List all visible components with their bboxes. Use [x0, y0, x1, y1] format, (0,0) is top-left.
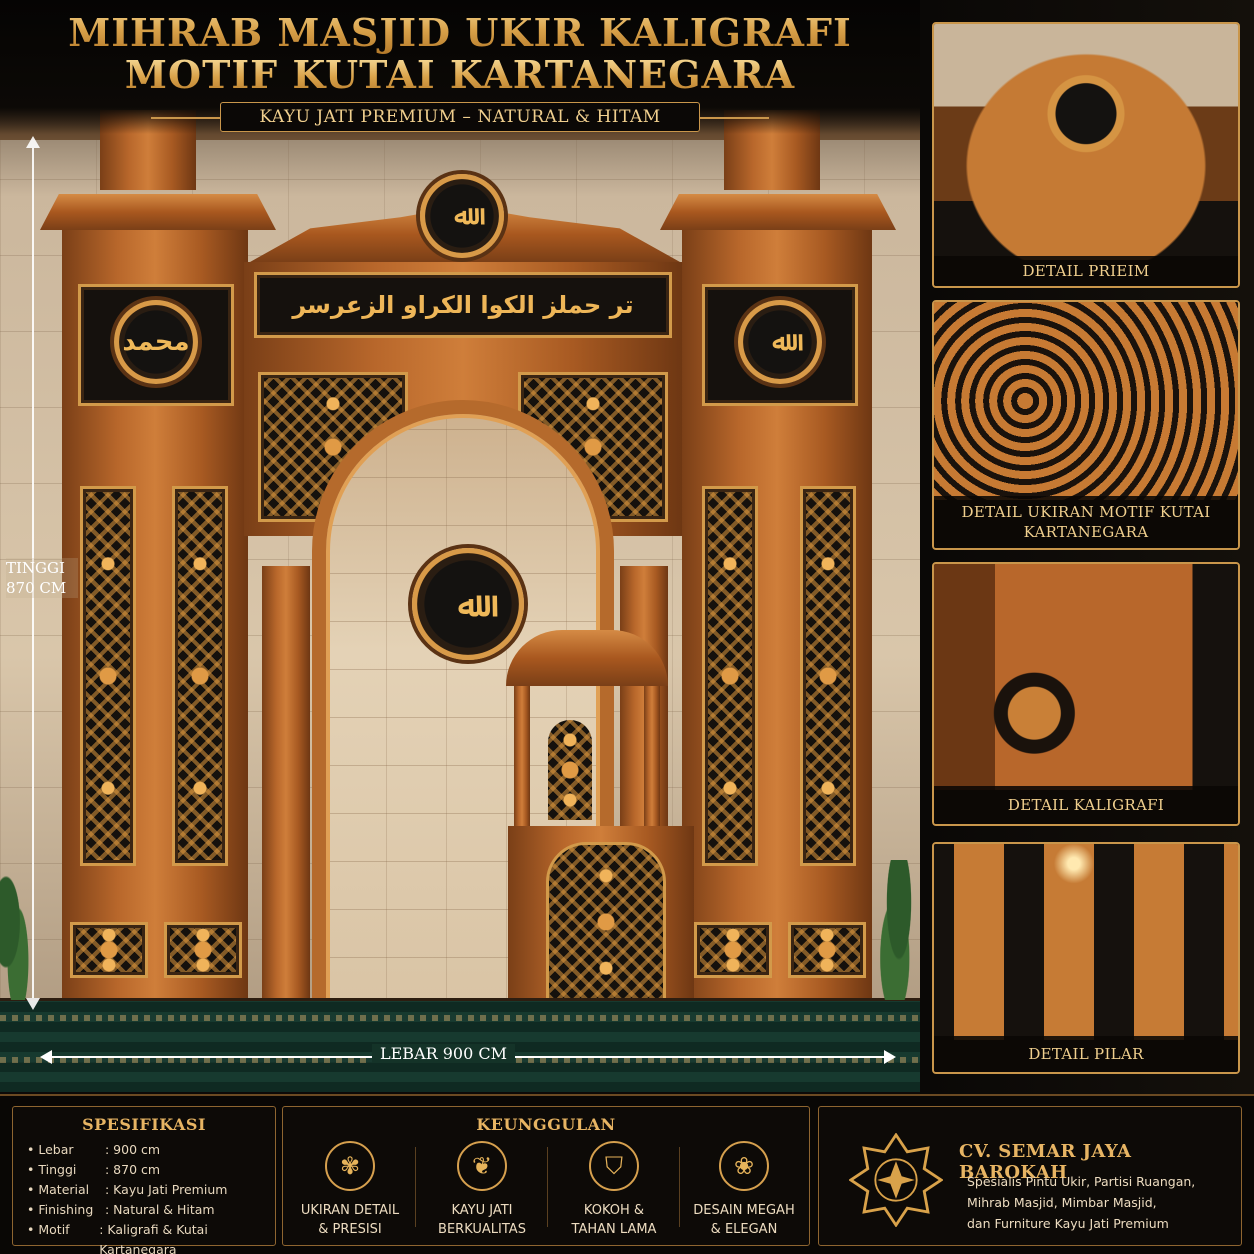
left-carving-panel: [172, 486, 228, 866]
feature-ukiran: ✾ UKIRAN DETAIL & PRESISI: [285, 1141, 415, 1239]
height-label: TINGGI 870 CM: [6, 558, 78, 598]
mimbar-back-panel: [548, 720, 592, 820]
spec-value: : 900 cm: [105, 1142, 161, 1157]
mimbar-carved-door: [546, 842, 666, 1002]
feature-kayu: ❦ KAYU JATI BERKUALITAS: [417, 1141, 547, 1239]
spec-value: : 870 cm: [105, 1162, 161, 1177]
pillar-panel-image: [934, 564, 1238, 790]
lotus-icon: ❀: [719, 1141, 769, 1191]
detail-caption: DETAIL UKIRAN MOTIF KUTAI KARTANEGARA: [934, 496, 1238, 548]
company-desc-line: Spesialis Pintu Ukir, Partisi Ruangan,: [967, 1174, 1196, 1189]
left-base-panel-2: [164, 922, 242, 978]
feature-label: & PRESISI: [318, 1222, 382, 1237]
detail-panel-ukiran: DETAIL UKIRAN MOTIF KUTAI KARTANEGARA: [932, 300, 1240, 550]
company-description: Spesialis Pintu Ukir, Partisi Ruangan, M…: [967, 1171, 1195, 1234]
scroll-carving-image: [934, 302, 1238, 500]
spec-key: Motif: [27, 1220, 99, 1254]
spec-row: Finishing: Natural & Hitam: [27, 1200, 275, 1220]
spec-value: : Kaligrafi & Kutai Kartanegara: [99, 1222, 208, 1254]
spec-key: Lebar: [27, 1140, 105, 1160]
spec-key: Material: [27, 1180, 105, 1200]
allah-calligraphy-right: ﷲ: [772, 327, 788, 357]
allah-calligraphy-wall: ﷲ: [458, 584, 478, 625]
spec-row: Tinggi: 870 cm: [27, 1160, 275, 1180]
detail-caption: DETAIL KALIGRAFI: [934, 786, 1238, 824]
allah-medallion-right: ﷲ: [738, 300, 822, 384]
detail-panel-pilar: DETAIL PILAR: [932, 842, 1240, 1074]
mihrab-scene: محمد ﷲ ﷲ تر حملز الكوا الكراو الزعرسر ﷲ: [0, 0, 920, 1092]
carpet-band: [0, 1015, 920, 1021]
allah-medallion-wall: ﷲ: [412, 548, 524, 660]
shield-icon: ⛉: [589, 1141, 639, 1191]
spec-value: : Kayu Jati Premium: [105, 1182, 228, 1197]
spesifikasi-heading: SPESIFIKASI: [82, 1115, 206, 1134]
right-base-panel-2: [788, 922, 866, 978]
feature-label: KOKOH &: [583, 1203, 645, 1218]
mimbar-post-left: [514, 686, 530, 826]
subtitle-box: KAYU JATI PREMIUM – NATURAL & HITAM: [151, 102, 769, 132]
spec-key: Tinggi: [27, 1160, 105, 1180]
left-cornice: [40, 194, 276, 230]
feature-label: DESAIN MEGAH: [693, 1203, 795, 1218]
spec-value: : Natural & Hitam: [105, 1202, 215, 1217]
allah-calligraphy-top: ﷲ: [454, 201, 470, 231]
spec-row: Material: Kayu Jati Premium: [27, 1180, 275, 1200]
feature-label: & ELEGAN: [710, 1222, 778, 1237]
page-title-line-1: MIHRAB MASJID UKIR KALIGRAFI: [0, 0, 920, 54]
right-cornice: [660, 194, 896, 230]
feature-label: BERKUALITAS: [438, 1222, 526, 1237]
spec-key: Finishing: [27, 1200, 105, 1220]
page-subtitle: KAYU JATI PREMIUM – NATURAL & HITAM: [259, 107, 661, 127]
right-carving-panel: [702, 486, 758, 866]
header: MIHRAB MASJID UKIR KALIGRAFI MOTIF KUTAI…: [0, 0, 920, 134]
mimbar-post-right: [644, 686, 660, 826]
keunggulan-heading: KEUNGGULAN: [476, 1115, 616, 1134]
spec-row: Lebar: 900 cm: [27, 1140, 275, 1160]
width-label: LEBAR 900 CM: [372, 1044, 515, 1063]
top-calligraphy-text: تر حملز الكوا الكراو الزعرسر: [292, 291, 634, 319]
divider: [547, 1147, 548, 1227]
ornament-star-logo: [849, 1133, 943, 1227]
footer: SPESIFIKASI Lebar: 900 cm Tinggi: 870 cm…: [0, 1094, 1254, 1254]
page-title-line-2: MOTIF KUTAI KARTANEGARA: [0, 54, 920, 96]
divider: [415, 1147, 416, 1227]
detail-panel-prieim: DETAIL PRIEIM: [932, 22, 1240, 288]
feature-desain: ❀ DESAIN MEGAH & ELEGAN: [679, 1141, 809, 1239]
leaf-icon: ❦: [457, 1141, 507, 1191]
spec-row: Motif: Kaligrafi & Kutai Kartanegara: [27, 1220, 275, 1254]
detail-caption: DETAIL PILAR: [934, 1036, 1238, 1072]
crown-carving-image: [934, 24, 1238, 260]
plant-right: [878, 860, 920, 1000]
muhammad-medallion: محمد: [114, 300, 198, 384]
right-base-panel-1: [694, 922, 772, 978]
flower-icon: ✾: [325, 1141, 375, 1191]
muhammad-calligraphy: محمد: [122, 327, 190, 357]
capital-carving-image: [934, 844, 1238, 1040]
feature-label: KAYU JATI: [451, 1203, 513, 1218]
left-base-panel-1: [70, 922, 148, 978]
feature-kokoh: ⛉ KOKOH & TAHAN LAMA: [549, 1141, 679, 1239]
detail-panel-kaligrafi: DETAIL KALIGRAFI: [932, 562, 1240, 826]
spec-list: Lebar: 900 cm Tinggi: 870 cm Material: K…: [27, 1140, 275, 1254]
calligraphy-band: تر حملز الكوا الكراو الزعرسر: [254, 272, 672, 338]
detail-caption: DETAIL PRIEIM: [934, 256, 1238, 286]
keunggulan-box: KEUNGGULAN ✾ UKIRAN DETAIL & PRESISI ❦ KA…: [282, 1106, 810, 1246]
right-calligraphy-panel: [800, 486, 856, 866]
company-desc-line: Mihrab Masjid, Mimbar Masjid,: [967, 1195, 1157, 1210]
feature-label: UKIRAN DETAIL: [300, 1203, 400, 1218]
left-inner-column: [262, 566, 310, 1002]
left-calligraphy-panel: [80, 486, 136, 866]
company-desc-line: dan Furniture Kayu Jati Premium: [967, 1216, 1169, 1231]
feature-label: TAHAN LAMA: [571, 1222, 657, 1237]
plant-left: [0, 870, 30, 1000]
company-box: CV. SEMAR JAYA BAROKAH Spesialis Pintu U…: [818, 1106, 1242, 1246]
allah-medallion-top: ﷲ: [420, 174, 504, 258]
spesifikasi-box: SPESIFIKASI Lebar: 900 cm Tinggi: 870 cm…: [12, 1106, 276, 1254]
